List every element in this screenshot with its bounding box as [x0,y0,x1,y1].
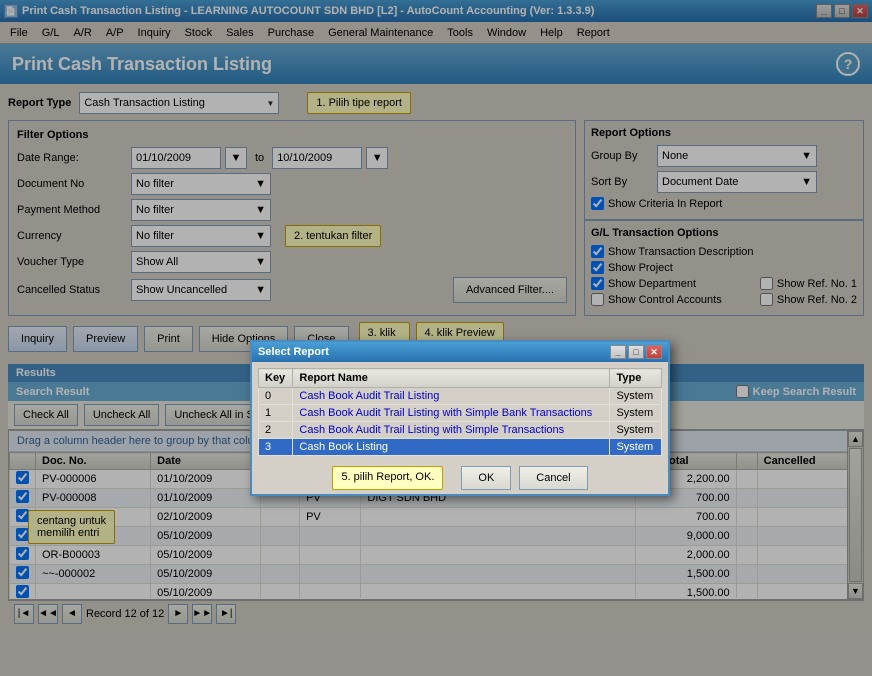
modal-table-row[interactable]: 0 Cash Book Audit Trail Listing System [259,388,662,405]
modal-col-type: Type [610,369,662,388]
modal-row-key: 2 [259,422,293,439]
modal-row-type: System [610,405,662,422]
modal-close-button[interactable]: ✕ [646,345,662,359]
modal-table-row[interactable]: 1 Cash Book Audit Trail Listing with Sim… [259,405,662,422]
modal-row-key: 1 [259,405,293,422]
select-report-modal: Select Report _ □ ✕ Key Report Name Type… [250,340,670,496]
modal-col-name: Report Name [293,369,610,388]
modal-ok-button[interactable]: OK [461,466,511,490]
modal-row-type: System [610,388,662,405]
modal-row-name[interactable]: Cash Book Audit Trail Listing [293,388,610,405]
modal-row-key: 0 [259,388,293,405]
annotation-5: 5. pilih Report, OK. [332,466,443,490]
modal-titlebar: Select Report _ □ ✕ [252,342,668,362]
modal-row-name[interactable]: Cash Book Listing [293,439,610,456]
modal-table-row[interactable]: 2 Cash Book Audit Trail Listing with Sim… [259,422,662,439]
modal-title: Select Report [258,346,329,358]
modal-minimize-button[interactable]: _ [610,345,626,359]
modal-col-key: Key [259,369,293,388]
modal-row-type: System [610,422,662,439]
modal-table-row[interactable]: 3 Cash Book Listing System [259,439,662,456]
modal-row-name[interactable]: Cash Book Audit Trail Listing with Simpl… [293,422,610,439]
modal-reports-table: Key Report Name Type 0 Cash Book Audit T… [258,368,662,456]
modal-row-type: System [610,439,662,456]
modal-maximize-button[interactable]: □ [628,345,644,359]
modal-overlay [0,0,872,676]
modal-row-key: 3 [259,439,293,456]
modal-row-name[interactable]: Cash Book Audit Trail Listing with Simpl… [293,405,610,422]
modal-cancel-button[interactable]: Cancel [519,466,587,490]
